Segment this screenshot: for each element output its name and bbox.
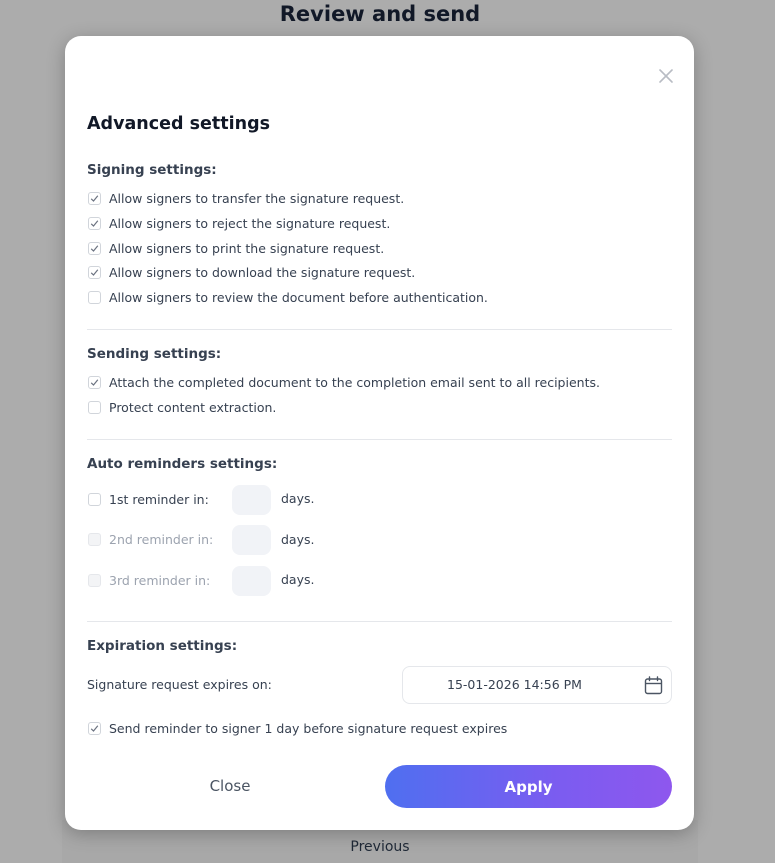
signing-option-download[interactable]: Allow signers to download the signature … — [87, 263, 415, 281]
divider — [87, 329, 672, 330]
date-value: 15-01-2026 14:56 PM — [447, 677, 582, 692]
reminder-label: 1st reminder in: — [109, 491, 209, 507]
option-label: Allow signers to transfer the signature … — [109, 190, 405, 206]
modal-title: Advanced settings — [87, 114, 271, 134]
reminder-label: 3rd reminder in: — [109, 572, 211, 588]
reminder-1-days-input[interactable] — [232, 485, 271, 515]
calendar-icon[interactable] — [644, 676, 663, 695]
checkbox[interactable] — [88, 400, 101, 414]
sending-option-protect[interactable]: Protect content extraction. — [87, 398, 276, 416]
signing-option-reject[interactable]: Allow signers to reject the signature re… — [87, 214, 390, 232]
expires-on-label: Signature request expires on: — [87, 677, 272, 692]
checkbox[interactable] — [88, 721, 101, 735]
reminder-3-days-input[interactable] — [232, 566, 271, 596]
option-label: Attach the completed document to the com… — [109, 374, 600, 390]
checkbox[interactable] — [88, 191, 101, 205]
sending-settings-title: Sending settings: — [87, 346, 222, 362]
checkbox[interactable] — [88, 573, 101, 587]
reminder-label: 2nd reminder in: — [109, 531, 214, 547]
page-title: Review and send — [279, 2, 481, 26]
checkbox[interactable] — [88, 241, 101, 255]
days-label: days. — [281, 572, 315, 587]
signing-option-transfer[interactable]: Allow signers to transfer the signature … — [87, 189, 404, 207]
expiration-settings-title: Expiration settings: — [87, 638, 238, 654]
days-label: days. — [281, 491, 315, 506]
option-label: Protect content extraction. — [109, 399, 277, 415]
divider — [87, 439, 672, 440]
option-label: Send reminder to signer 1 day before sig… — [109, 720, 508, 736]
checkbox[interactable] — [88, 216, 101, 230]
reminder-2-days-input[interactable] — [232, 525, 271, 555]
expiration-date-field[interactable]: 15-01-2026 14:56 PM — [402, 666, 672, 704]
option-label: Allow signers to reject the signature re… — [109, 215, 391, 231]
checkbox[interactable] — [88, 375, 101, 389]
reminder-1-option[interactable]: 1st reminder in: — [87, 490, 209, 508]
signing-option-review[interactable]: Allow signers to review the document bef… — [87, 288, 488, 306]
signing-option-print[interactable]: Allow signers to print the signature req… — [87, 239, 384, 257]
reminder-2-option[interactable]: 2nd reminder in: — [87, 530, 213, 548]
checkbox[interactable] — [88, 492, 101, 506]
reminder-3-option[interactable]: 3rd reminder in: — [87, 571, 210, 589]
option-label: Allow signers to print the signature req… — [109, 240, 385, 256]
days-label: days. — [281, 532, 315, 547]
signing-settings-title: Signing settings: — [87, 162, 217, 178]
divider — [87, 621, 672, 622]
previous-button[interactable]: Previous — [0, 838, 760, 856]
option-label: Allow signers to review the document bef… — [109, 289, 488, 305]
advanced-settings-modal: Advanced settings Signing settings: Allo… — [65, 36, 694, 830]
apply-button[interactable]: Apply — [385, 765, 672, 808]
close-button[interactable]: Close — [155, 774, 305, 798]
checkbox[interactable] — [88, 532, 101, 546]
expiry-reminder-option[interactable]: Send reminder to signer 1 day before sig… — [87, 719, 507, 737]
auto-reminders-title: Auto reminders settings: — [87, 456, 278, 472]
option-label: Allow signers to download the signature … — [109, 264, 416, 280]
sending-option-attach[interactable]: Attach the completed document to the com… — [87, 373, 600, 391]
close-icon[interactable] — [656, 66, 676, 86]
checkbox[interactable] — [88, 290, 101, 304]
checkbox[interactable] — [88, 265, 101, 279]
